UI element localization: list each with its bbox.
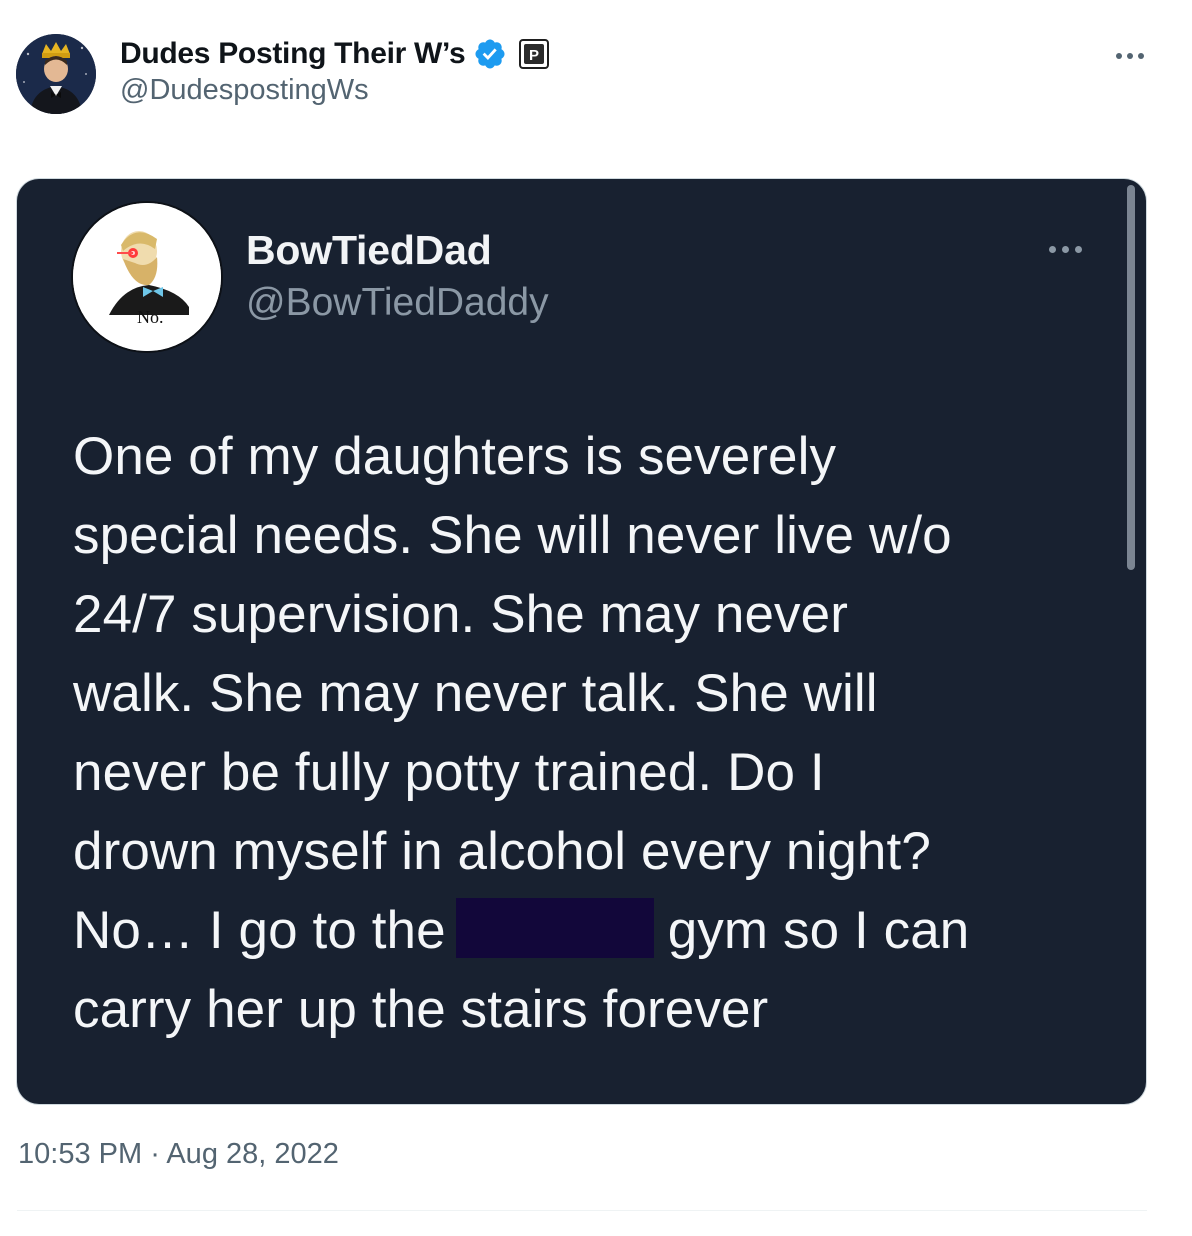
embedded-avatar-caption: No. <box>137 307 164 327</box>
timestamp-time[interactable]: 10:53 PM <box>18 1138 142 1170</box>
affiliate-badge-icon[interactable]: P <box>519 39 550 69</box>
embedded-display-name: BowTiedDad <box>246 227 492 273</box>
embedded-text-line: 24/7 supervision. She may never <box>73 585 848 644</box>
text-after-redaction: gym so I can <box>667 901 970 960</box>
more-options-button[interactable] <box>1110 44 1150 68</box>
author-name-row: Dudes Posting Their W’s P <box>120 34 550 74</box>
embedded-more-options <box>1043 239 1087 259</box>
embedded-text-line: One of my daughters is severely <box>73 427 837 486</box>
svg-text:P: P <box>529 47 539 64</box>
more-horizontal-icon <box>1048 245 1056 253</box>
author-display-name[interactable]: Dudes Posting Their W’s <box>120 37 466 71</box>
embedded-handle: @BowTiedDaddy <box>246 281 549 324</box>
embedded-tweet-text: One of my daughters is severely special … <box>73 417 1113 1049</box>
timestamp-separator: · <box>150 1138 160 1170</box>
author-avatar[interactable] <box>16 34 96 114</box>
tweet-media-image[interactable]: No. BowTiedDad @BowTiedDaddy One of my d… <box>17 179 1146 1104</box>
text-before-redaction: No… I go to the <box>73 901 446 960</box>
embedded-text-line-redacted: No… I go to the gym so I can <box>73 891 1113 970</box>
verified-badge-icon[interactable] <box>473 37 507 71</box>
embedded-text-line: never be fully potty trained. Do I <box>73 743 825 802</box>
embedded-scrollbar <box>1127 185 1135 570</box>
tweet-timestamp[interactable]: 10:53 PM · Aug 28, 2022 <box>18 1138 339 1171</box>
timestamp-date[interactable]: Aug 28, 2022 <box>166 1138 339 1170</box>
redaction-box <box>455 898 654 958</box>
embedded-text-line: special needs. She will never live w/o <box>73 506 952 565</box>
author-handle[interactable]: @DudespostingWs <box>120 74 369 107</box>
embedded-author-avatar: No. <box>73 203 221 351</box>
embedded-text-line: carry her up the stairs forever <box>73 980 769 1039</box>
bearded-man-avatar-icon <box>73 203 221 351</box>
more-horizontal-icon <box>1116 53 1122 59</box>
embedded-text-line: drown myself in alcohol every night? <box>73 822 931 881</box>
avatar-image <box>16 34 96 114</box>
embedded-text-line: walk. She may never talk. She will <box>73 664 878 723</box>
divider <box>17 1210 1147 1211</box>
